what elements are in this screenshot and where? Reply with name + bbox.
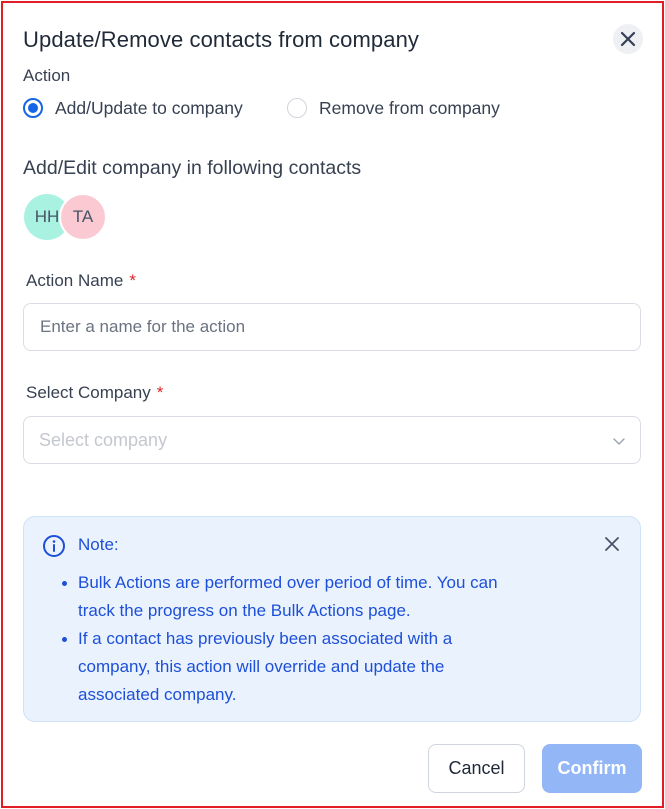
note-box: Note: Bulk Actions are performed over pe… — [23, 516, 641, 722]
note-item: Bulk Actions are performed over period o… — [62, 569, 518, 625]
select-company-placeholder: Select company — [39, 430, 168, 450]
modal-dialog: Update/Remove contacts from company Acti… — [1, 1, 664, 808]
radio-remove[interactable]: Remove from company — [287, 97, 500, 119]
radio-add-update-label: Add/Update to company — [55, 97, 243, 118]
action-name-input[interactable] — [24, 304, 640, 350]
note-item: If a contact has previously been associa… — [62, 625, 518, 709]
radio-add-update[interactable]: Add/Update to company — [23, 97, 243, 119]
avatar-initials: HH — [34, 207, 60, 226]
contacts-heading: Add/Edit company in following contacts — [23, 157, 362, 179]
select-company-dropdown[interactable]: Select company — [23, 416, 641, 464]
radio-selected-icon — [23, 98, 43, 118]
modal-title: Update/Remove contacts from company — [23, 27, 420, 52]
close-icon — [620, 31, 636, 47]
avatar-initials: TA — [72, 207, 94, 226]
avatar: TA — [59, 193, 107, 241]
cancel-button[interactable]: Cancel — [428, 744, 525, 793]
select-company-label: Select Company * — [26, 383, 163, 403]
action-label: Action — [23, 66, 71, 85]
action-name-label-text: Action Name — [26, 271, 124, 290]
radio-unselected-icon — [287, 98, 307, 118]
chevron-down-icon — [613, 438, 625, 445]
note-title: Note: — [78, 535, 119, 554]
required-mark: * — [129, 271, 136, 290]
radio-remove-label: Remove from company — [319, 97, 500, 118]
required-mark: * — [156, 383, 164, 402]
note-close-icon[interactable] — [604, 536, 620, 552]
info-icon — [43, 535, 65, 557]
action-name-label: Action Name * — [26, 271, 136, 291]
confirm-button[interactable]: Confirm — [542, 744, 642, 793]
close-button[interactable] — [613, 24, 643, 54]
note-list: Bulk Actions are performed over period o… — [62, 569, 518, 709]
select-company-label-text: Select Company — [26, 383, 151, 402]
action-name-field[interactable] — [23, 303, 641, 351]
